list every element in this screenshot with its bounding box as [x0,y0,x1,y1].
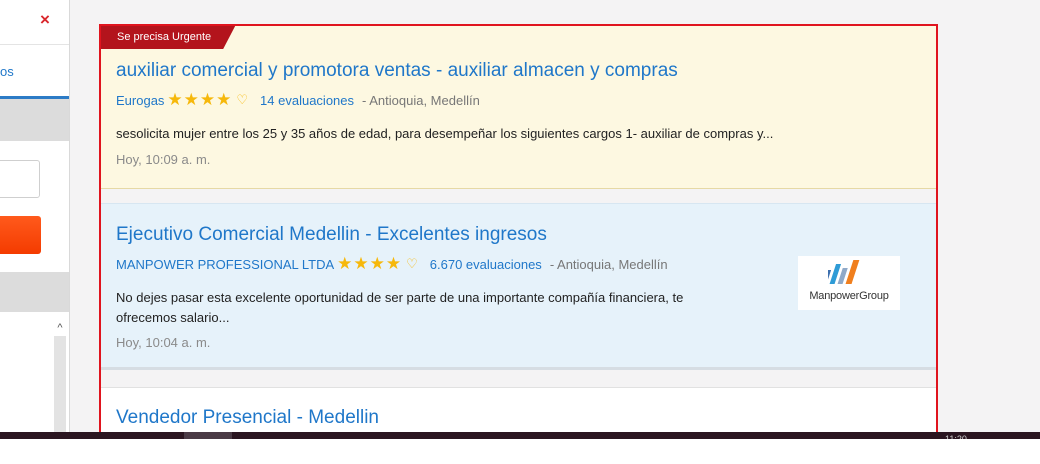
filter-section-header [0,272,69,312]
divider [0,44,69,45]
job-location: - Antioquia, Medellín [362,92,480,108]
taskbar-clock: 11:20 [945,434,967,439]
job-card[interactable]: Se precisa Urgente auxiliar comercial y … [101,26,936,189]
close-icon[interactable]: × [40,10,56,30]
job-title-link[interactable]: Ejecutivo Comercial Medellin - Excelente… [116,224,547,246]
reviews-link[interactable]: 6.670 evaluaciones [430,257,542,272]
logo-text: ManpowerGroup [809,290,889,302]
filter-section-header [0,99,69,141]
job-title-link[interactable]: Vendedor Presencial - Medellin [116,407,379,429]
job-timestamp: Hoy, 10:09 a. m. [116,152,211,167]
scrollbar-track[interactable] [54,336,66,432]
filter-link[interactable]: os [0,64,14,79]
filter-apply-button[interactable] [0,216,41,254]
heart-icon[interactable]: ♡ [236,92,248,108]
heart-icon[interactable]: ♡ [406,256,418,272]
company-link[interactable]: Eurogas [116,93,164,108]
job-card[interactable]: Ejecutivo Comercial Medellin - Excelente… [101,203,936,370]
job-description-line: ofrecemos salario... [116,310,230,325]
taskbar-strip [0,432,1040,439]
taskbar-item[interactable] [184,432,232,439]
job-meta: MANPOWER PROFESSIONAL LTDA ★★★★ ♡ 6.670 … [116,254,668,273]
job-results-list: Se precisa Urgente auxiliar comercial y … [99,24,938,436]
company-link[interactable]: MANPOWER PROFESSIONAL LTDA [116,257,334,272]
urgent-badge: Se precisa Urgente [101,26,235,49]
company-logo[interactable]: ManpowerGroup [798,256,900,310]
job-description: sesolicita mujer entre los 25 y 35 años … [116,126,774,141]
filter-panel: × os ^ [0,0,70,432]
job-meta: Eurogas ★★★★ ♡ 14 evaluaciones - Antioqu… [116,90,480,109]
job-title-link[interactable]: auxiliar comercial y promotora ventas - … [116,60,678,82]
manpower-logo-icon [828,260,860,284]
rating-stars-icon: ★★★★ [167,90,233,109]
job-description-line: No dejes pasar esta excelente oportunida… [116,290,684,305]
filter-input[interactable] [0,160,40,198]
reviews-link[interactable]: 14 evaluaciones [260,93,354,108]
job-card[interactable]: Vendedor Presencial - Medellin [101,387,936,434]
scroll-up-icon[interactable]: ^ [52,320,68,336]
job-description: No dejes pasar esta excelente oportunida… [116,288,776,328]
job-timestamp: Hoy, 10:04 a. m. [116,335,211,350]
taskbar: 11:20 [0,432,1040,464]
rating-stars-icon: ★★★★ [337,254,403,273]
job-location: - Antioquia, Medellín [549,256,668,272]
